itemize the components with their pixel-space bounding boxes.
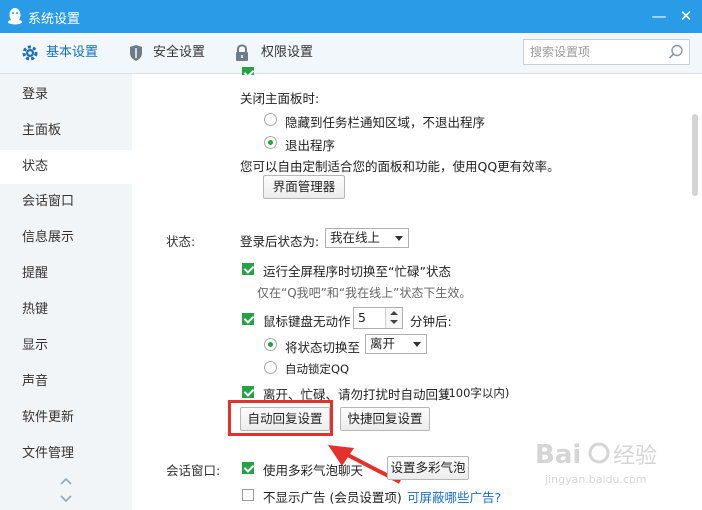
sidebar-item-software-update[interactable]: 软件更新 bbox=[0, 401, 132, 435]
close-panel-label: 关闭主面板时: bbox=[240, 91, 320, 106]
svg-text:经验: 经验 bbox=[613, 444, 657, 469]
chevron-down-icon bbox=[413, 342, 421, 347]
window-title: 系统设置 bbox=[28, 12, 81, 27]
auto-lock-label: 自动锁定QQ bbox=[285, 362, 350, 376]
tab-security-settings[interactable]: 安全设置 bbox=[128, 33, 218, 73]
idle-checkbox[interactable] bbox=[242, 313, 254, 325]
idle-status-value: 离开 bbox=[370, 336, 396, 351]
stepper-buttons[interactable] bbox=[385, 308, 402, 328]
scroll-up-icon[interactable] bbox=[58, 476, 74, 486]
radio-exit-program-label: 退出程序 bbox=[285, 138, 336, 153]
radio-hide-to-tray-label: 隐藏到任务栏通知区域，不退出程序 bbox=[285, 115, 486, 130]
settings-toolbar: 基本设置 安全设置 权限设置 bbox=[0, 33, 702, 74]
sidebar-item-reminder[interactable]: 提醒 bbox=[0, 257, 132, 291]
radio-exit-program[interactable] bbox=[264, 136, 277, 149]
fullscreen-busy-hint: 仅在“Q我吧”和“我在线上”状态下生效。 bbox=[257, 286, 472, 300]
gear-icon bbox=[22, 45, 38, 61]
bubble-label: 使用多彩气泡聊天 bbox=[263, 463, 364, 478]
sidebar-item-file-management[interactable]: 文件管理 bbox=[0, 437, 132, 471]
sidebar-item-login[interactable]: 登录 bbox=[0, 78, 132, 112]
search-box bbox=[523, 39, 690, 65]
no-ads-label: 不显示广告 (会员设置项) bbox=[263, 490, 402, 505]
radio-auto-lock[interactable] bbox=[264, 361, 277, 374]
minimize-button[interactable]: — bbox=[648, 6, 670, 26]
quick-reply-settings-button[interactable]: 快捷回复设置 bbox=[340, 407, 430, 431]
idle-label: 鼠标键盘无动作 bbox=[263, 314, 351, 329]
sidebar-item-sound[interactable]: 声音 bbox=[0, 365, 132, 399]
qq-penguin-icon bbox=[8, 8, 22, 25]
fullscreen-busy-checkbox[interactable] bbox=[242, 263, 254, 275]
tab-label: 安全设置 bbox=[153, 45, 206, 60]
bubble-settings-button[interactable]: 设置多彩气泡 bbox=[387, 456, 469, 480]
after-login-status-label: 登录后状态为: bbox=[240, 234, 320, 249]
hidden-top-checkbox[interactable] bbox=[242, 67, 254, 75]
settings-sidebar: 登录 主面板 状态 会话窗口 信息展示 提醒 热键 显示 声音 软件更新 文件管… bbox=[0, 74, 132, 510]
search-input[interactable] bbox=[530, 43, 660, 61]
status-section-label: 状态: bbox=[166, 234, 196, 249]
idle-status-select[interactable]: 离开 bbox=[365, 334, 427, 354]
svg-text:Bai: Bai bbox=[535, 440, 581, 470]
tab-label: 基本设置 bbox=[46, 45, 99, 60]
sidebar-item-hotkeys[interactable]: 热键 bbox=[0, 293, 132, 327]
shield-icon bbox=[130, 45, 142, 61]
after-login-status-select[interactable]: 我在线上 bbox=[325, 228, 409, 248]
scrollbar-thumb[interactable] bbox=[692, 114, 698, 196]
baidu-paw-logo: Bai 经验 jingyan.baidu.com bbox=[535, 440, 657, 486]
content-scrollbar[interactable] bbox=[688, 74, 702, 510]
no-ads-checkbox[interactable] bbox=[242, 489, 254, 501]
radio-hide-to-tray[interactable] bbox=[264, 113, 277, 126]
tab-label: 权限设置 bbox=[261, 45, 314, 60]
search-icon[interactable] bbox=[667, 43, 685, 61]
idle-minutes-stepper[interactable]: 5 bbox=[353, 307, 403, 329]
ads-info-link[interactable]: 可屏蔽哪些广告? bbox=[407, 487, 501, 506]
baidu-watermark: Bai 经验 jingyan.baidu.com bbox=[535, 431, 685, 491]
title-bar: 系统设置 — ✕ bbox=[0, 0, 702, 33]
idle-minutes-value: 5 bbox=[358, 310, 366, 325]
scroll-down-icon[interactable] bbox=[58, 494, 74, 504]
stepper-down-icon[interactable] bbox=[390, 320, 398, 324]
sidebar-item-info-display[interactable]: 信息展示 bbox=[0, 221, 132, 255]
chevron-down-icon bbox=[395, 236, 403, 241]
close-button[interactable]: ✕ bbox=[675, 6, 697, 26]
auto-reply-note: (100字以内) bbox=[444, 386, 510, 400]
auto-reply-checkbox[interactable] bbox=[242, 386, 254, 398]
red-highlight-frame bbox=[228, 400, 333, 436]
chat-window-section-label: 会话窗口: bbox=[166, 463, 221, 478]
sidebar-item-display[interactable]: 显示 bbox=[0, 329, 132, 363]
svg-text:jingyan.baidu.com: jingyan.baidu.com bbox=[544, 473, 647, 486]
sidebar-item-status[interactable]: 状态 bbox=[0, 150, 132, 184]
after-login-status-value: 我在线上 bbox=[330, 230, 381, 245]
sidebar-item-chat-window[interactable]: 会话窗口 bbox=[0, 185, 132, 219]
sidebar-item-main-panel[interactable]: 主面板 bbox=[0, 114, 132, 148]
tab-basic-settings[interactable]: 基本设置 bbox=[21, 33, 111, 73]
customize-hint: 您可以自由定制适合您的面板和功能，使用QQ更有效率。 bbox=[240, 159, 560, 174]
lock-icon bbox=[236, 44, 248, 61]
interface-manager-button[interactable]: 界面管理器 bbox=[263, 175, 345, 199]
radio-switch-status[interactable] bbox=[264, 338, 277, 351]
bubble-checkbox[interactable] bbox=[242, 462, 254, 474]
fullscreen-busy-label: 运行全屏程序时切换至“忙碌”状态 bbox=[263, 264, 451, 279]
idle-suffix: 分钟后: bbox=[410, 314, 452, 329]
stepper-up-icon[interactable] bbox=[390, 311, 398, 315]
switch-status-label: 将状态切换至 bbox=[285, 340, 361, 355]
